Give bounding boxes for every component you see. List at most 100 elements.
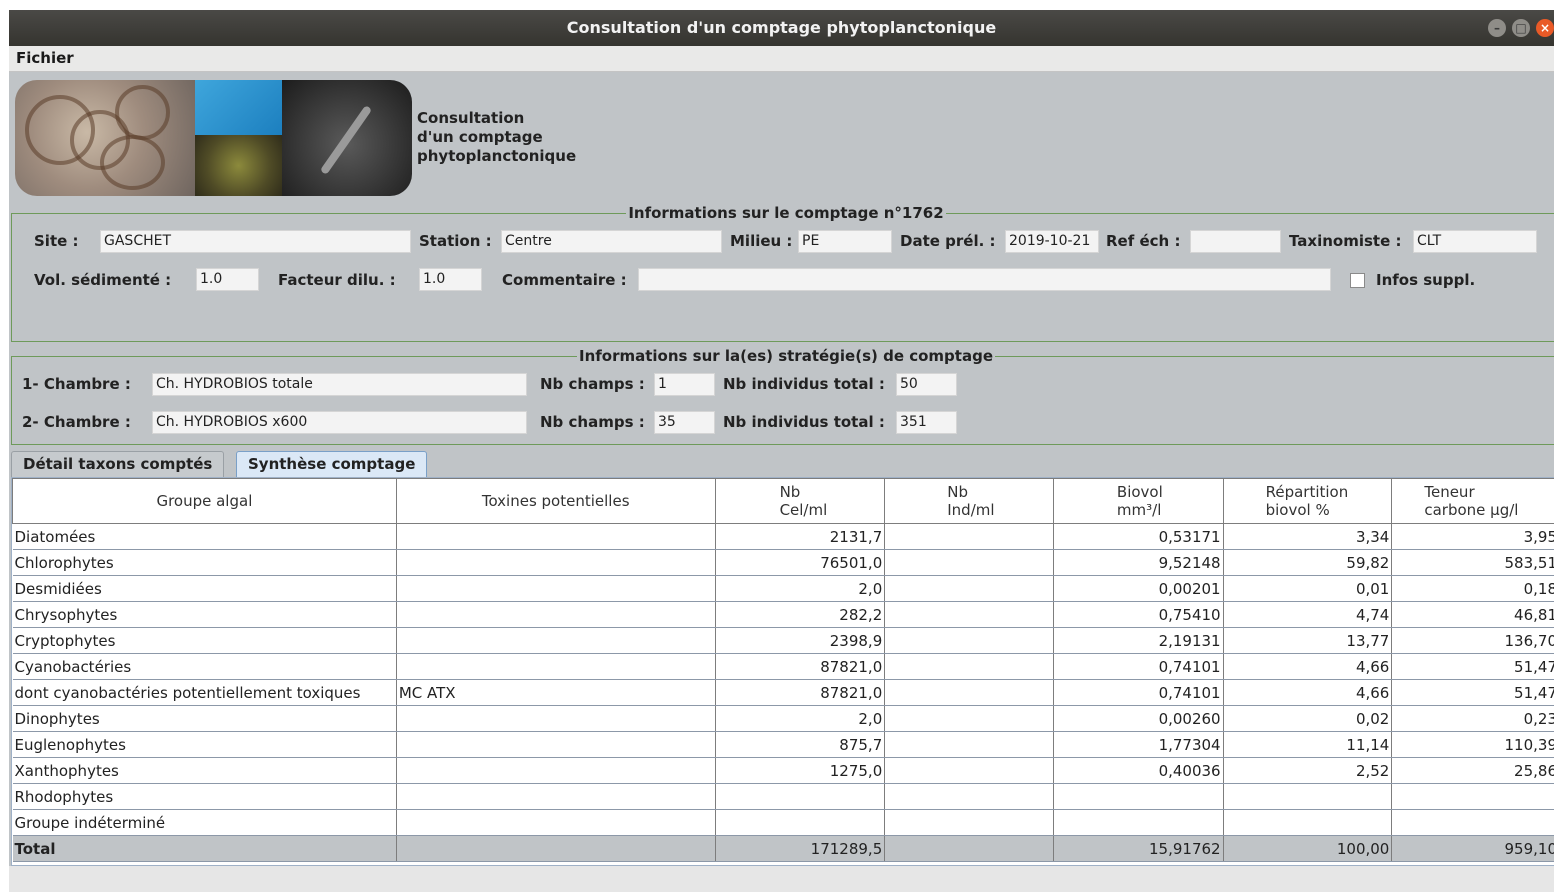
- table-cell[interactable]: [884, 627, 1054, 654]
- table-cell[interactable]: 4,74: [1223, 601, 1393, 628]
- chambre-2-field[interactable]: Ch. HYDROBIOS x600: [152, 411, 527, 434]
- table-cell[interactable]: Xanthophytes: [12, 757, 397, 784]
- table-cell[interactable]: [1391, 783, 1554, 810]
- table-cell[interactable]: 13,77: [1223, 627, 1393, 654]
- minimize-button[interactable]: –: [1488, 19, 1506, 37]
- table-cell[interactable]: 87821,0: [715, 653, 886, 680]
- tab-detail-taxons[interactable]: Détail taxons comptés: [11, 451, 225, 477]
- table-cell[interactable]: 1,77304: [1053, 731, 1224, 758]
- table-cell[interactable]: Chlorophytes: [12, 549, 397, 576]
- table-cell[interactable]: [396, 653, 716, 680]
- table-cell[interactable]: 875,7: [715, 731, 886, 758]
- table-cell[interactable]: [884, 575, 1054, 602]
- table-cell[interactable]: 4,66: [1223, 679, 1393, 706]
- table-cell[interactable]: [396, 601, 716, 628]
- station-field[interactable]: Centre: [501, 230, 722, 253]
- table-cell[interactable]: [396, 549, 716, 576]
- table-cell[interactable]: [884, 523, 1054, 550]
- commentaire-field[interactable]: [638, 268, 1331, 291]
- table-cell[interactable]: Cryptophytes: [12, 627, 397, 654]
- table-cell[interactable]: [396, 705, 716, 732]
- infos-suppl-checkbox[interactable]: [1350, 273, 1365, 288]
- table-cell[interactable]: 2,0: [715, 705, 886, 732]
- table-cell[interactable]: [396, 523, 716, 550]
- table-cell[interactable]: Dinophytes: [12, 705, 397, 732]
- maximize-button[interactable]: □: [1512, 19, 1530, 37]
- table-row[interactable]: Groupe indéterminé: [12, 809, 1554, 836]
- table-cell[interactable]: 46,81: [1391, 601, 1554, 628]
- table-cell[interactable]: Euglenophytes: [12, 731, 397, 758]
- facteur-dilu-field[interactable]: 1.0: [419, 268, 482, 291]
- tab-synthese-comptage[interactable]: Synthèse comptage: [236, 451, 428, 477]
- table-row[interactable]: Cyanobactéries 87821,0 0,74101 4,66 51,47: [12, 653, 1554, 680]
- table-cell[interactable]: 0,00260: [1053, 705, 1224, 732]
- ref-ech-field[interactable]: [1190, 230, 1281, 253]
- taxinomiste-field[interactable]: CLT: [1413, 230, 1537, 253]
- chambre-1-field[interactable]: Ch. HYDROBIOS totale: [152, 373, 527, 396]
- table-cell[interactable]: [884, 549, 1054, 576]
- table-cell[interactable]: [1223, 809, 1393, 836]
- table-cell[interactable]: 87821,0: [715, 679, 886, 706]
- col-header-repartition[interactable]: Répartition biovol %: [1222, 478, 1393, 524]
- col-header-nb-ind[interactable]: Nb Ind/ml: [884, 478, 1054, 524]
- table-cell[interactable]: 9,52148: [1053, 549, 1224, 576]
- date-prel-field[interactable]: 2019-10-21: [1005, 230, 1099, 253]
- table-cell[interactable]: 2131,7: [715, 523, 886, 550]
- table-cell[interactable]: 282,2: [715, 601, 886, 628]
- table-cell[interactable]: [884, 705, 1054, 732]
- table-cell[interactable]: Diatomées: [12, 523, 397, 550]
- table-cell[interactable]: dont cyanobactéries potentiellement toxi…: [12, 679, 397, 706]
- menu-fichier[interactable]: Fichier: [16, 49, 74, 67]
- table-cell[interactable]: 0,00201: [1053, 575, 1224, 602]
- milieu-field[interactable]: PE: [798, 230, 892, 253]
- table-row[interactable]: Chrysophytes 282,2 0,75410 4,74 46,81: [12, 601, 1554, 628]
- table-cell[interactable]: 136,70: [1391, 627, 1554, 654]
- table-row[interactable]: dont cyanobactéries potentiellement toxi…: [12, 679, 1554, 706]
- table-cell[interactable]: 59,82: [1223, 549, 1393, 576]
- close-button[interactable]: ×: [1536, 19, 1554, 37]
- table-cell[interactable]: 0,75410: [1053, 601, 1224, 628]
- table-cell[interactable]: [396, 757, 716, 784]
- col-header-teneur-carbone[interactable]: Teneur carbone µg/l: [1391, 478, 1554, 524]
- table-row[interactable]: Dinophytes 2,0 0,00260 0,02 0,23: [12, 705, 1554, 732]
- table-cell[interactable]: [884, 601, 1054, 628]
- table-cell[interactable]: 25,86: [1391, 757, 1554, 784]
- table-cell[interactable]: 0,74101: [1053, 679, 1224, 706]
- table-cell[interactable]: [884, 653, 1054, 680]
- nb-individus-1-field[interactable]: 50: [896, 373, 957, 396]
- table-cell[interactable]: 1275,0: [715, 757, 886, 784]
- col-header-toxines[interactable]: Toxines potentielles: [395, 478, 716, 524]
- table-cell[interactable]: [1053, 783, 1224, 810]
- table-cell[interactable]: 0,23: [1391, 705, 1554, 732]
- table-cell[interactable]: 2,0: [715, 575, 886, 602]
- table-row[interactable]: Euglenophytes 875,7 1,77304 11,14 110,39: [12, 731, 1554, 758]
- table-cell[interactable]: [715, 809, 886, 836]
- title-bar[interactable]: Consultation d'un comptage phytoplancton…: [9, 10, 1554, 46]
- table-row[interactable]: Xanthophytes 1275,0 0,40036 2,52 25,86: [12, 757, 1554, 784]
- table-cell[interactable]: 51,47: [1391, 679, 1554, 706]
- table-cell[interactable]: [396, 809, 716, 836]
- table-cell[interactable]: [884, 783, 1054, 810]
- table-cell[interactable]: 2398,9: [715, 627, 886, 654]
- table-cell[interactable]: Chrysophytes: [12, 601, 397, 628]
- table-cell[interactable]: Cyanobactéries: [12, 653, 397, 680]
- table-cell[interactable]: 0,18: [1391, 575, 1554, 602]
- table-cell[interactable]: Desmidiées: [12, 575, 397, 602]
- table-cell[interactable]: 0,74101: [1053, 653, 1224, 680]
- table-cell[interactable]: 583,51: [1391, 549, 1554, 576]
- table-cell[interactable]: 3,34: [1223, 523, 1393, 550]
- site-field[interactable]: GASCHET: [100, 230, 411, 253]
- col-header-nb-cel[interactable]: Nb Cel/ml: [714, 478, 886, 524]
- table-cell[interactable]: 110,39: [1391, 731, 1554, 758]
- table-cell[interactable]: 2,19131: [1053, 627, 1224, 654]
- table-cell[interactable]: 76501,0: [715, 549, 886, 576]
- table-total-row[interactable]: Total 171289,5 15,91762 100,00 959,10: [12, 835, 1554, 862]
- nb-champs-2-field[interactable]: 35: [654, 411, 715, 434]
- table-cell[interactable]: Groupe indéterminé: [12, 809, 397, 836]
- table-row[interactable]: Desmidiées 2,0 0,00201 0,01 0,18: [12, 575, 1554, 602]
- table-row[interactable]: Diatomées 2131,7 0,53171 3,34 3,95: [12, 523, 1554, 550]
- table-cell[interactable]: 0,02: [1223, 705, 1393, 732]
- table-cell[interactable]: [884, 679, 1054, 706]
- table-cell[interactable]: 0,53171: [1053, 523, 1224, 550]
- table-row[interactable]: Cryptophytes 2398,9 2,19131 13,77 136,70: [12, 627, 1554, 654]
